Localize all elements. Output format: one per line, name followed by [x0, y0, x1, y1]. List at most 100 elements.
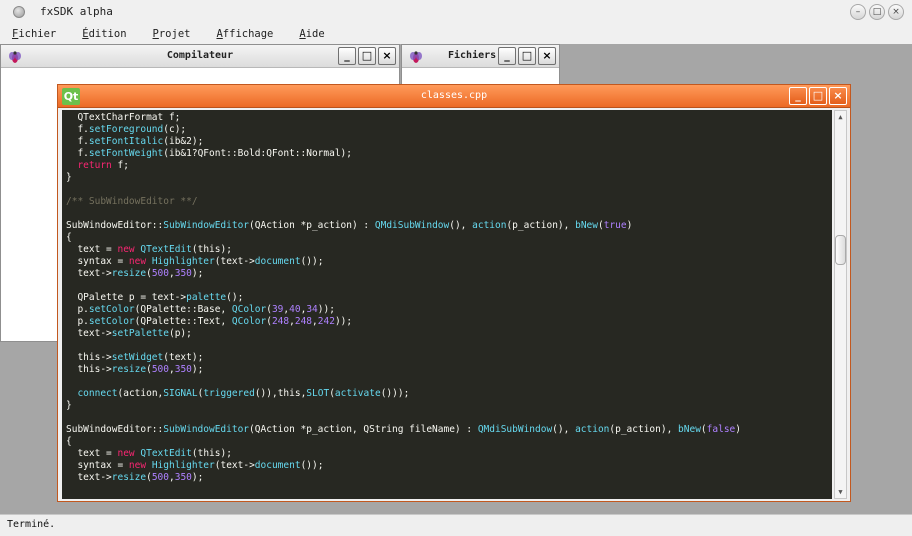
code-token: setFontItalic — [88, 136, 164, 147]
editor-titlebar[interactable]: Qt classes.cpp _ □ × — [58, 85, 850, 108]
code-token: { — [66, 436, 72, 447]
code-token: this-> — [66, 352, 112, 363]
code-line: connect(action,SIGNAL(triggered()),this,… — [66, 388, 832, 400]
code-token: (text); — [163, 352, 204, 363]
code-editor[interactable]: QTextCharFormat f; f.setForeground(c); f… — [62, 110, 832, 499]
files-minimize-button[interactable]: _ — [498, 47, 516, 65]
code-line: } — [66, 172, 832, 184]
scroll-up-icon[interactable]: ▲ — [835, 111, 846, 123]
code-line: { — [66, 436, 832, 448]
compiler-maximize-button[interactable]: □ — [358, 47, 376, 65]
files-titlebar[interactable]: Fichiers _ □ × — [402, 45, 559, 68]
code-token: ()); — [300, 256, 324, 267]
code-line: { — [66, 232, 832, 244]
menu-label: ide — [305, 28, 325, 40]
code-token: (ib&1?QFont::Bold:QFont::Normal); — [163, 148, 352, 159]
code-token: setFontWeight — [88, 148, 164, 159]
code-token: setPalette — [111, 328, 169, 339]
menu-edition[interactable]: Édition — [76, 28, 132, 40]
code-token: } — [66, 172, 72, 183]
code-line: text->resize(500,350); — [66, 472, 832, 484]
app-close-button[interactable]: × — [888, 4, 904, 20]
files-close-button[interactable]: × — [538, 47, 556, 65]
code-token: new — [128, 460, 147, 471]
code-token: f. — [66, 136, 89, 147]
code-token: new — [117, 448, 135, 459]
code-token: QPalette p = text-> — [66, 292, 187, 303]
status-text: Terminé. — [7, 519, 56, 530]
app-minimize-button[interactable]: – — [850, 4, 866, 20]
code-token: Highlighter — [151, 460, 215, 471]
code-token: document — [254, 460, 301, 471]
menu-label: ffichage — [222, 28, 274, 40]
code-token: SLOT — [306, 388, 330, 399]
menu-projet[interactable]: Projet — [147, 28, 197, 40]
menu-fichier[interactable]: Fichier — [6, 28, 62, 40]
code-line: } — [66, 400, 832, 412]
code-token: ); — [191, 472, 204, 483]
code-token: text-> — [66, 268, 112, 279]
code-token: Highlighter — [151, 256, 215, 267]
scrollbar-thumb[interactable] — [835, 235, 846, 265]
code-token: bNew — [678, 424, 701, 435]
code-token: ()); — [300, 460, 324, 471]
code-line: p.setColor(QPalette::Text, QColor(248,24… — [66, 316, 832, 328]
code-token: true — [603, 220, 627, 231]
code-line: text = new QTextEdit(this); — [66, 448, 832, 460]
compiler-close-button[interactable]: × — [378, 47, 396, 65]
code-token: new — [117, 244, 135, 255]
editor-minimize-button[interactable]: _ — [789, 87, 807, 105]
menu-aide[interactable]: Aide — [293, 28, 330, 40]
code-token: (ib&2); — [163, 136, 204, 147]
code-token: f; — [111, 160, 129, 171]
files-maximize-button[interactable]: □ — [518, 47, 536, 65]
editor-maximize-button[interactable]: □ — [809, 87, 827, 105]
bug-icon — [410, 51, 422, 63]
code-token: action — [575, 424, 610, 435]
code-line: text->resize(500,350); — [66, 268, 832, 280]
code-token: ) — [735, 424, 741, 435]
code-line: f.setFontWeight(ib&1?QFont::Bold:QFont::… — [66, 148, 832, 160]
code-token: (QAction *p_action) : — [249, 220, 375, 231]
code-token: (this); — [191, 244, 232, 255]
editor-close-button[interactable]: × — [829, 87, 847, 105]
app-title: fxSDK alpha — [40, 5, 113, 18]
code-token: QTextEdit — [140, 244, 192, 255]
code-line: f.setForeground(c); — [66, 124, 832, 136]
code-token: QColor — [231, 304, 267, 315]
code-token: text-> — [66, 472, 112, 483]
code-token: (text-> — [214, 460, 255, 471]
code-token: (), — [449, 220, 473, 231]
code-line: QPalette p = text->palette(); — [66, 292, 832, 304]
code-token: syntax = — [66, 256, 129, 267]
code-line: text->setPalette(p); — [66, 328, 832, 340]
code-token: p. — [66, 316, 89, 327]
code-token: document — [254, 256, 301, 267]
app-maximize-button[interactable]: □ — [869, 4, 885, 20]
code-token: resize — [111, 268, 147, 279]
code-line: this->setWidget(text); — [66, 352, 832, 364]
menu-affichage[interactable]: Affichage — [210, 28, 279, 40]
code-token: 248 — [294, 316, 313, 327]
code-token: return — [77, 160, 112, 171]
compiler-minimize-button[interactable]: _ — [338, 47, 356, 65]
editor-window: Qt classes.cpp _ □ × QTextCharFormat f; … — [57, 84, 851, 502]
editor-title: classes.cpp — [420, 90, 488, 101]
code-token: ()),this, — [254, 388, 307, 399]
code-token: SubWindowEditor — [163, 424, 250, 435]
code-token: setWidget — [111, 352, 164, 363]
code-token: resize — [111, 472, 147, 483]
code-token: text = — [66, 448, 118, 459]
code-token: 39 — [271, 304, 284, 315]
code-token: QTextEdit — [140, 448, 192, 459]
code-token: activate — [334, 388, 381, 399]
editor-scrollbar[interactable]: ▲ ▼ — [834, 110, 847, 499]
compiler-titlebar[interactable]: Compilateur _ □ × — [1, 45, 399, 68]
code-token: )); — [317, 304, 335, 315]
window-controls: – □ × — [850, 4, 904, 20]
code-token: setForeground — [88, 124, 164, 135]
code-token: 34 — [306, 304, 318, 315]
scroll-down-icon[interactable]: ▼ — [835, 486, 846, 498]
